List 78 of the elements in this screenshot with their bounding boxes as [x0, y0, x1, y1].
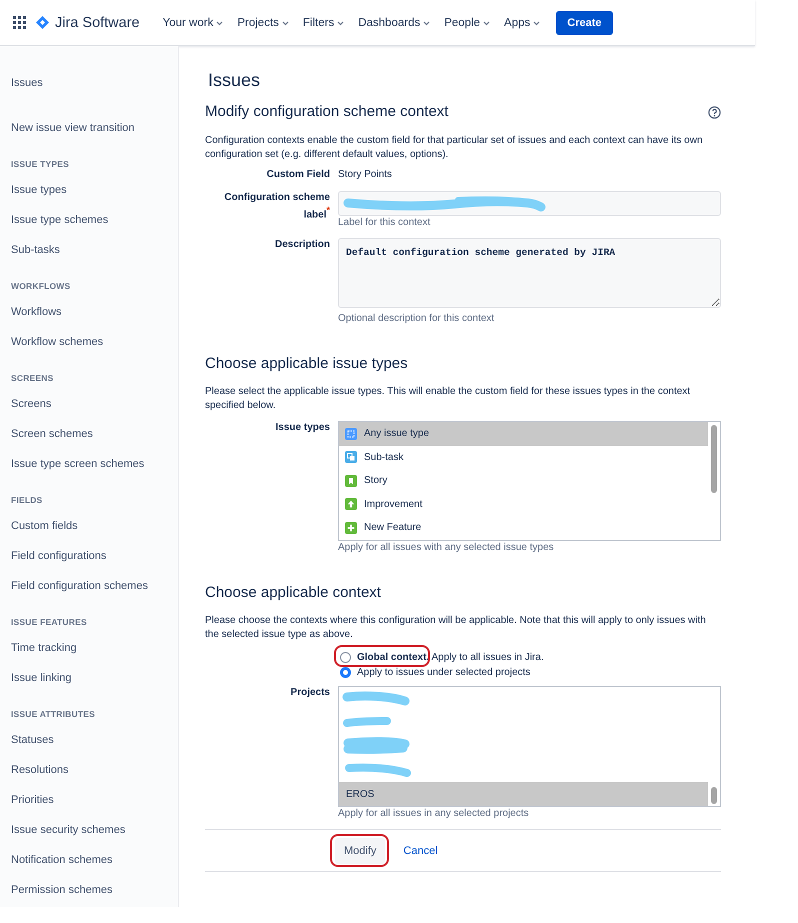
field-label: Configuration scheme label$^{*}$	[223, 191, 330, 222]
issue-type-option[interactable]: Any issue type	[339, 422, 708, 446]
section-description: Configuration contexts enable the custom field for that particular set of issues and each context can have its own configuration set (e.g. different default values, options).	[205, 134, 704, 162]
field-hint: Optional description for this context	[338, 313, 494, 325]
sidebar-link[interactable]: Workflows	[11, 297, 178, 327]
sidebar-link[interactable]: Resolutions	[11, 755, 178, 785]
nav-menu-button[interactable]: Filters	[302, 16, 344, 28]
sidebar-section-heading: ISSUE FEATURES	[11, 616, 88, 629]
section-title: Modify configuration scheme context	[205, 102, 448, 122]
sidebar-link[interactable]: Permission schemes	[11, 875, 178, 905]
scrollbar-thumb[interactable]	[711, 425, 717, 493]
issue-type-option[interactable]: Story	[339, 469, 708, 492]
issue-type-option[interactable]: Improvement	[339, 492, 708, 516]
diamond-logo-icon	[36, 16, 49, 29]
sidebar-link[interactable]: Issue security schemes	[11, 815, 178, 845]
field-label: Issue types	[274, 421, 330, 435]
radio-button[interactable]	[340, 667, 351, 678]
sidebar-section-heading: SCREENS	[11, 372, 54, 385]
sidebar-link[interactable]: Custom fields	[11, 511, 178, 541]
sidebar-link[interactable]: New issue view transition	[11, 113, 178, 143]
sidebar-link[interactable]: Issue types	[11, 175, 178, 205]
issue-type-option[interactable]: New Feature	[339, 516, 708, 540]
nav-menu-button[interactable]: Dashboards	[358, 16, 430, 28]
sidebar-link[interactable]: Notification schemes	[11, 845, 178, 875]
sidebar-link[interactable]: Field configuration schemes	[11, 571, 178, 601]
nav-menu-button[interactable]: Apps	[504, 16, 540, 28]
up-arrow-icon	[345, 498, 357, 510]
sidebar-link[interactable]: Issue type schemes	[11, 205, 178, 235]
section-description: Please choose the contexts where this configuration will be applicable. Note that this will apply to only issues with the selected issue type as above.	[205, 614, 707, 642]
description-textarea[interactable]: Default configuration scheme generated by JIRA	[338, 238, 721, 308]
sidebar-section-heading: WORKFLOWS	[11, 280, 72, 293]
sidebar-section-heading: ISSUE ATTRIBUTES	[11, 708, 96, 721]
field-value: Story Points	[338, 168, 393, 182]
issue-type-option[interactable]: Sub-task	[339, 446, 708, 469]
sidebar-link[interactable]: Priorities	[11, 785, 178, 815]
field-label: Custom Field	[266, 168, 330, 182]
section-title: Choose applicable issue types	[205, 354, 408, 374]
nav-menu-button[interactable]: Your work	[162, 16, 224, 28]
modify-button[interactable]: Modify	[335, 838, 386, 864]
field-hint: Apply for all issues in any selected projects	[338, 808, 529, 820]
issue-types-list[interactable]: Any issue type Sub-task Story Improvement New Feature	[338, 421, 721, 541]
sidebar-link[interactable]: Field configurations	[11, 541, 178, 571]
product-logo-link[interactable]: Jira Software	[36, 14, 140, 30]
field-label: Projects	[290, 686, 330, 700]
scrollbar-thumb[interactable]	[711, 787, 717, 804]
sidebar-link[interactable]: Screen schemes	[11, 419, 178, 449]
nav-menu-button[interactable]: Projects	[237, 16, 289, 28]
sidebar-link[interactable]: Screens	[11, 389, 178, 419]
cancel-link[interactable]: Cancel	[403, 845, 438, 857]
section-title: Choose applicable context	[205, 583, 381, 603]
nav-menu-button[interactable]: People	[444, 16, 490, 28]
help-icon[interactable]	[708, 106, 721, 118]
project-option[interactable]: EROS	[339, 782, 708, 806]
sidebar-title: Issues	[11, 76, 44, 91]
page-title: Issues	[208, 69, 262, 91]
bookmark-icon	[345, 474, 357, 487]
radio-label: Global context. Apply to all issues in Jira.	[357, 652, 544, 663]
field-hint: Label for this context	[338, 217, 430, 229]
plus-icon	[345, 522, 357, 534]
dashed-square-icon	[345, 428, 357, 440]
sidebar-link[interactable]: Workflow schemes	[11, 327, 178, 357]
sidebar-link[interactable]: Issue linking	[11, 663, 178, 693]
projects-list[interactable]: EROS	[338, 686, 721, 807]
sidebar-link[interactable]: Time tracking	[11, 633, 178, 663]
sidebar-link[interactable]: Sub-tasks	[11, 235, 178, 265]
section-description: Please select the applicable issue types. This will enable the custom field for these issues types in the context specified below.	[205, 385, 692, 413]
radio-button[interactable]	[340, 652, 351, 663]
sidebar-section-heading: FIELDS	[11, 494, 44, 507]
field-label: Description	[274, 238, 330, 252]
field-hint: Apply for all issues with any selected issue types	[338, 542, 554, 554]
sidebar-section-heading: ISSUE TYPES	[11, 158, 70, 171]
sidebar-link[interactable]: Statuses	[11, 725, 178, 755]
radio-label: Apply to issues under selected projects	[357, 667, 530, 678]
create-button[interactable]: Create	[556, 10, 612, 34]
sidebar-link[interactable]: Issue type screen schemes	[11, 449, 178, 479]
overlapping-squares-icon	[345, 451, 357, 464]
grid-icon[interactable]	[13, 16, 26, 29]
label-input[interactable]	[338, 191, 721, 216]
